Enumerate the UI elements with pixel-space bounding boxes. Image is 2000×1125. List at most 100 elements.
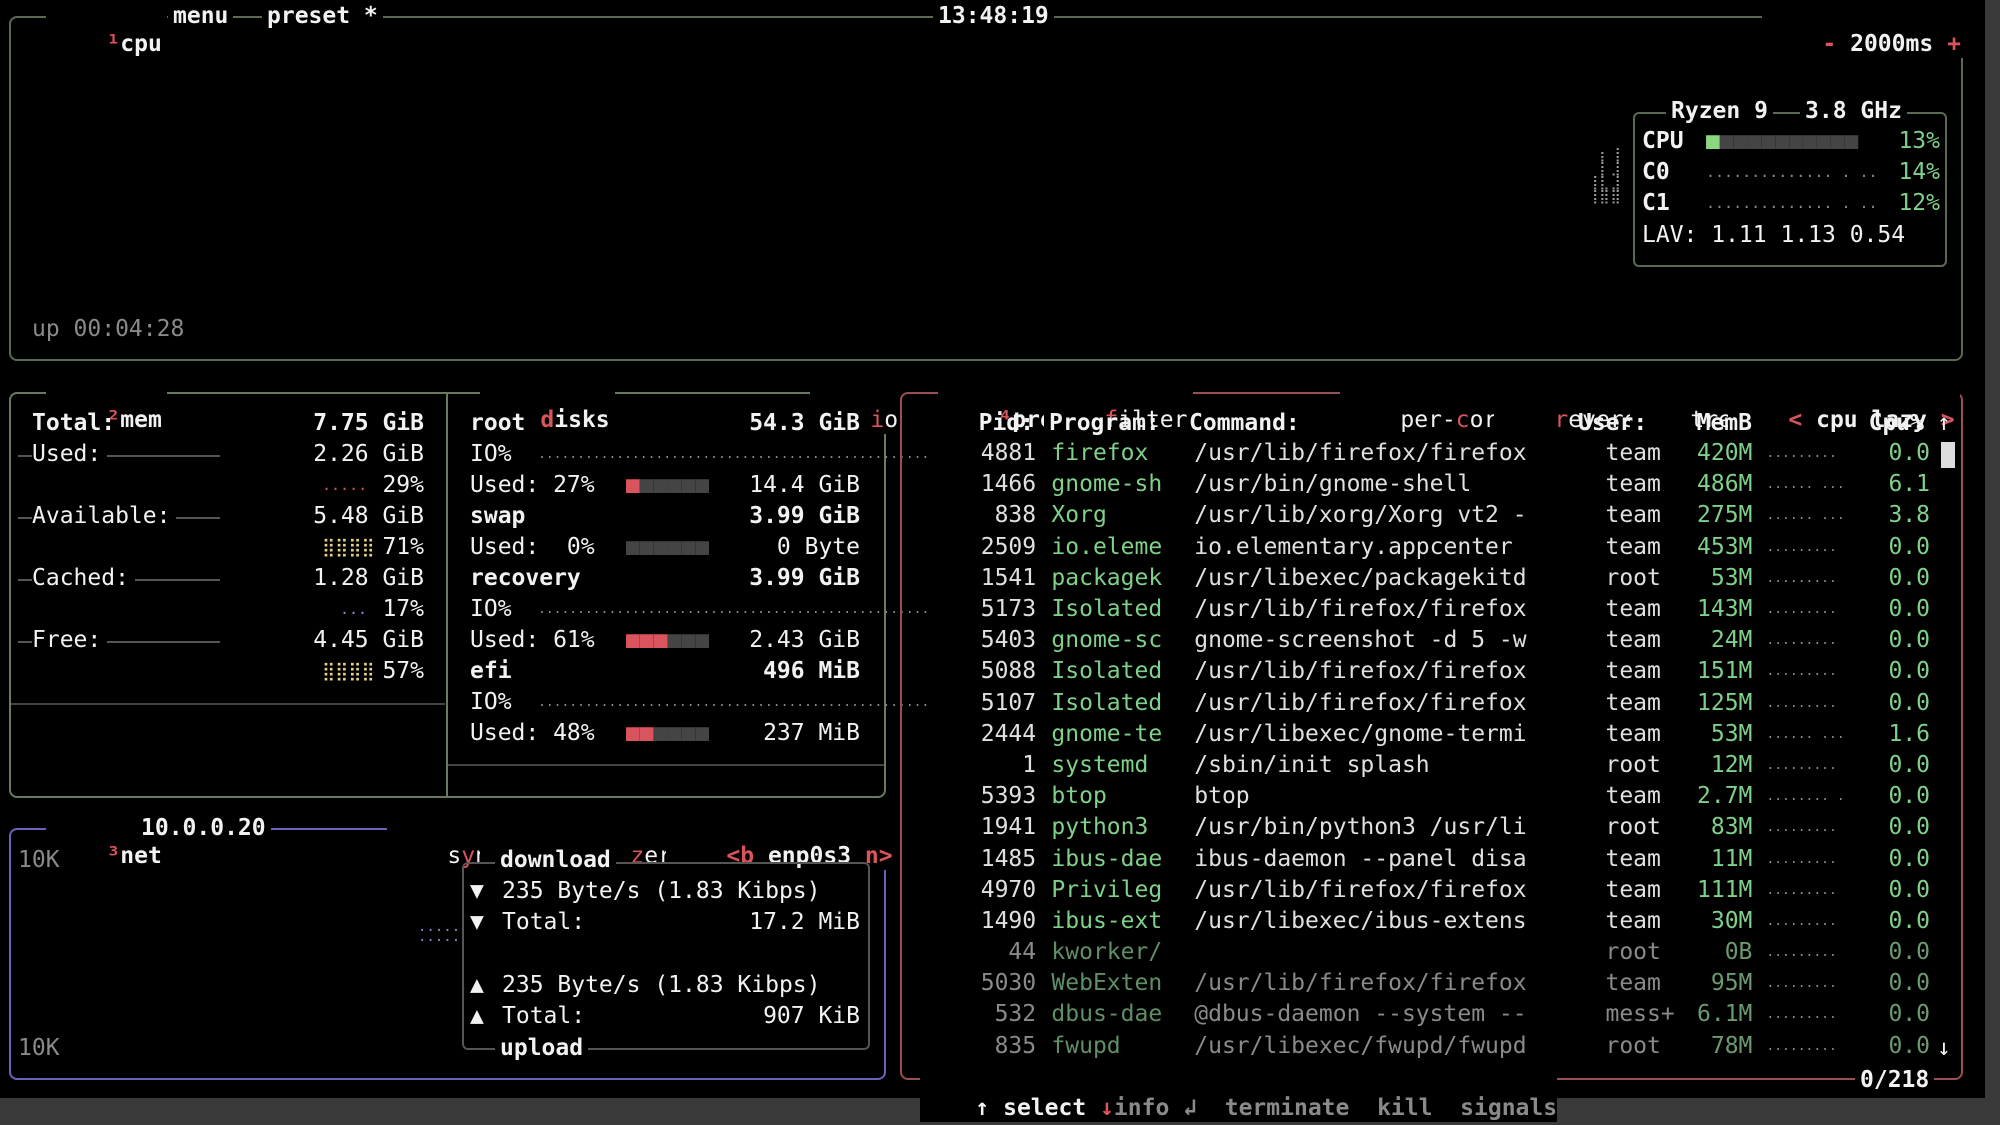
interval-increase-button[interactable]: + [1947,31,1961,57]
process-cpu: 0.0 [1888,1001,1930,1028]
table-row[interactable]: 5107 Isolated/usr/lib/firefox/firefox team… [930,688,1930,719]
interval-decrease-button[interactable]: - [1822,31,1836,57]
col-cpu-header[interactable]: Cpu% [1840,408,1924,439]
table-row[interactable]: 2509 io.eleme io.elementary.appcenter team 4… [930,532,1930,563]
table-row[interactable]: 532 dbus-dae @dbus-daemon --system -- mess+… [930,999,1930,1030]
mem-free-label: Free: [32,625,108,656]
cpu-tab[interactable]: ¹cpu [46,2,167,58]
btop-terminal: ¹cpu menu preset * 13:48:19 - 2000ms + u… [0,0,1985,1122]
process-mem: 275M [1697,502,1753,529]
upload-arrow: ▲ [470,972,484,998]
process-command: @dbus-daemon --system -- [1194,1001,1527,1028]
process-user: root [1605,814,1661,841]
kill-button[interactable]: kill [1377,1095,1432,1121]
process-program: firefox [1051,440,1149,467]
col-pid-header[interactable]: Pid: [930,408,1034,439]
process-user: root [1605,564,1661,591]
process-cpu-graph: ......... [1766,913,1837,929]
process-program: packagek [1051,564,1163,591]
process-pid: 5107 [980,689,1037,716]
core0-pct: 14% [1898,159,1940,185]
process-user: root [1605,751,1661,778]
select-button[interactable]: select [1003,1095,1086,1121]
table-row[interactable]: 1941 python3/usr/bin/python3 /usr/li root 8… [930,812,1930,843]
col-user-header[interactable]: User: [1578,408,1647,439]
table-row[interactable]: 5030 WebExten/usr/lib/firefox/firefox team… [930,968,1930,999]
proc-per-core-toggle[interactable]: per-core [1340,378,1517,434]
table-row[interactable]: 838 Xorg/usr/lib/xorg/Xorg vt2 - team 275M.… [930,500,1930,531]
core0-label: C0 [1642,159,1670,185]
core0-graph: .............. . .. [1706,163,1878,181]
col-mem-header[interactable]: MemB [1690,408,1752,439]
mem-available-label: Available: [32,501,177,532]
table-row[interactable]: 1466 gnome-sh/usr/bin/gnome-shell team 486M… [930,469,1930,500]
process-cpu: 0.0 [1888,533,1930,560]
select-down-icon[interactable]: ↓ [1100,1095,1114,1121]
process-pid: 1941 [980,814,1037,841]
download-total-value: 17.2 MiB [749,909,860,935]
process-pid: 1466 [980,471,1037,498]
net-tab-label: net [120,843,162,869]
signals-button[interactable]: signals [1460,1095,1557,1121]
proc-footer: ↑ select ↓info ↲ terminate kill signals [920,1066,1558,1122]
scroll-down-icon[interactable]: ↓ [1937,1033,1951,1064]
table-row[interactable]: 1485 ibus-dae ibus-daemon --panel disa team… [930,843,1930,874]
table-row[interactable]: 2444 gnome-te/usr/libexec/gnome-termi team… [930,719,1930,750]
table-row[interactable]: 44 kworker/root 0B......... 0.0 [930,937,1930,968]
process-cpu-graph: ......... [1766,820,1837,836]
download-rate: 235 Byte/s (1.83 Kibps) [502,878,821,904]
table-row[interactable]: 5403 gnome-sc gnome-screenshot -d 5 -w team… [930,625,1930,656]
table-row[interactable]: 1541 packagek/usr/libexec/packagekitd root… [930,563,1930,594]
disk-recovery-size: 3.99 GiB [749,565,860,591]
process-user: team [1605,970,1661,997]
disk-recovery-io-label: IO% [470,596,512,622]
menu-button[interactable]: menu [168,2,234,30]
mem-available-value: 5.48 GiB [220,501,424,532]
mem-free-value: 4.45 GiB [220,625,424,656]
process-pid: 4970 [980,876,1037,903]
mem-cached-value: 1.28 GiB [220,563,424,594]
process-user: team [1605,876,1661,903]
select-up-icon[interactable]: ↑ [975,1095,989,1121]
process-user: team [1605,533,1661,560]
col-command-header[interactable]: Command: [1189,408,1300,439]
process-command: io.elementary.appcenter [1194,533,1513,560]
process-user: team [1605,502,1661,529]
process-program: btop [1051,783,1107,810]
scrollbar-thumb[interactable] [1941,442,1955,468]
core1-graph: .............. . .. [1706,194,1878,212]
process-mem: 24M [1710,627,1753,654]
table-row[interactable]: 1490 ibus-ext/usr/libexec/ibus-extens team… [930,906,1930,937]
table-row[interactable]: 5173 Isolated/usr/lib/firefox/firefox team… [930,594,1930,625]
process-program: ibus-dae [1051,845,1163,872]
table-row[interactable]: 5393 btop btop team 2.7M ........ . 0.0 [930,781,1930,812]
process-mem: 486M [1697,471,1753,498]
process-command: /usr/lib/firefox/firefox [1194,658,1527,685]
process-cpu: 3.8 [1888,502,1930,529]
process-user: team [1605,658,1661,685]
process-program: Isolated [1051,596,1163,623]
update-interval[interactable]: - 2000ms + [1762,2,1966,58]
process-user: team [1605,627,1661,654]
sort-prev-button[interactable]: < [1788,407,1802,433]
preset-button[interactable]: preset * [262,2,383,30]
download-title: download [495,846,616,874]
scroll-up-icon[interactable]: ↑ [1937,408,1951,439]
table-row[interactable]: 835 fwupd/usr/libexec/fwupd/fwupd root 78M.… [930,1031,1930,1062]
process-program: Isolated [1051,658,1163,685]
io-toggle-label: o [884,407,899,433]
cpu-total-meter: ■■■■■■■■■■■ [1706,128,1859,154]
table-row[interactable]: 4970 Privileg/usr/lib/firefox/firefox team… [930,875,1930,906]
table-row[interactable]: 1 systemd/sbin/init splash root 12M........… [930,750,1930,781]
disk-efi-name: efi [470,658,512,684]
col-program-header[interactable]: Program: [1049,408,1160,439]
process-cpu-graph: ...... ... [1766,477,1845,493]
table-row[interactable]: 5088 Isolated/usr/lib/firefox/firefox team… [930,656,1930,687]
info-button[interactable]: info [1114,1095,1169,1121]
table-row[interactable]: 4881 firefox/usr/lib/firefox/firefox team 4… [930,438,1930,469]
process-table: 4881 firefox/usr/lib/firefox/firefox team 4… [930,438,1930,1062]
process-pid: 1485 [980,845,1037,872]
process-command: /usr/libexec/ibus-extens [1194,907,1527,934]
terminate-button[interactable]: terminate [1225,1095,1350,1121]
process-cpu: 0.0 [1888,939,1930,966]
